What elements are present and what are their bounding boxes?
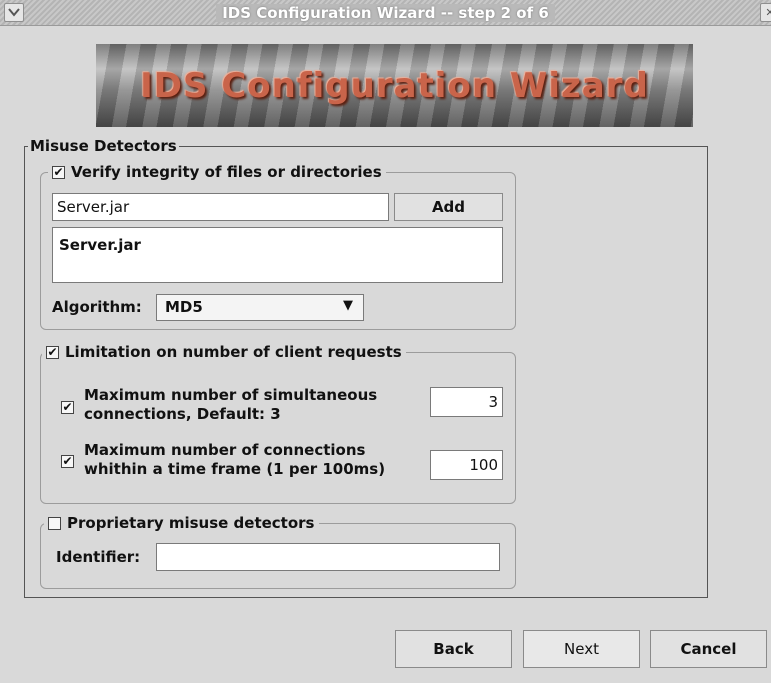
- algorithm-selected: MD5: [165, 298, 203, 316]
- proprietary-label: Proprietary misuse detectors: [67, 514, 315, 532]
- close-icon[interactable]: ✕: [760, 3, 771, 22]
- misuse-detectors-legend: Misuse Detectors: [28, 136, 179, 156]
- misuse-detectors-title: Misuse Detectors: [30, 137, 177, 155]
- timeframe-checkbox[interactable]: ✔: [61, 455, 74, 468]
- timeframe-label: Maximum number of connections whithin a …: [84, 441, 385, 479]
- simultaneous-checkbox[interactable]: ✔: [61, 401, 74, 414]
- identifier-label: Identifier:: [56, 548, 141, 566]
- algorithm-select[interactable]: MD5 ▼: [156, 294, 364, 321]
- file-path-input[interactable]: Server.jar: [52, 193, 389, 221]
- cancel-button[interactable]: Cancel: [650, 630, 767, 668]
- integrity-legend: ✔ Verify integrity of files or directori…: [48, 162, 386, 182]
- identifier-input[interactable]: [156, 543, 500, 571]
- proprietary-checkbox[interactable]: [48, 516, 61, 530]
- timeframe-label-line1: Maximum number of connections: [84, 441, 366, 459]
- simultaneous-label-line2: connections, Default: 3: [84, 405, 281, 423]
- proprietary-legend: Proprietary misuse detectors: [44, 513, 319, 533]
- integrity-label: Verify integrity of files or directories: [71, 163, 382, 181]
- simultaneous-label: Maximum number of simultaneous connectio…: [84, 386, 377, 424]
- simultaneous-label-line1: Maximum number of simultaneous: [84, 386, 378, 404]
- limitation-label: Limitation on number of client requests: [65, 343, 402, 361]
- wizard-banner-image: IDS Configuration Wizard: [96, 44, 693, 127]
- window-menu-icon[interactable]: [4, 3, 24, 22]
- limitation-legend: ✔ Limitation on number of client request…: [42, 342, 406, 362]
- back-button[interactable]: Back: [395, 630, 512, 668]
- timeframe-connections-input[interactable]: 100: [430, 450, 503, 480]
- algorithm-label: Algorithm:: [52, 298, 142, 316]
- window-title: IDS Configuration Wizard -- step 2 of 6: [0, 0, 771, 26]
- limitation-checkbox[interactable]: ✔: [46, 345, 59, 359]
- files-list[interactable]: Server.jar: [52, 227, 503, 283]
- files-list-item[interactable]: Server.jar: [53, 228, 502, 262]
- add-button[interactable]: Add: [394, 193, 503, 221]
- next-button[interactable]: Next: [523, 630, 640, 668]
- simultaneous-connections-input[interactable]: 3: [430, 387, 503, 417]
- chevron-down-icon: ▼: [343, 298, 353, 313]
- integrity-checkbox[interactable]: ✔: [52, 165, 65, 179]
- banner-title: IDS Configuration Wizard: [140, 66, 649, 106]
- timeframe-label-line2: whithin a time frame (1 per 100ms): [84, 460, 386, 478]
- limitation-group: [40, 352, 516, 504]
